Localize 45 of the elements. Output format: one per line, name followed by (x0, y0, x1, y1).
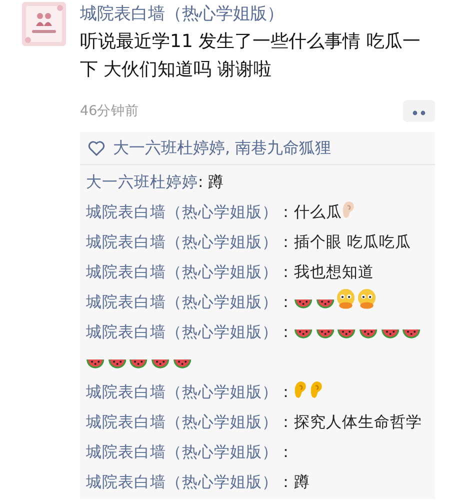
commenter-name[interactable]: 城院表白墙（热心学姐版） (86, 413, 278, 431)
comment-text: ： (278, 323, 294, 341)
face-icon (337, 289, 355, 309)
commenter-name[interactable]: 大一六班杜婷婷 (86, 173, 198, 191)
commenter-name[interactable]: 城院表白墙（热心学姐版） (86, 263, 278, 281)
watermelon-icon (294, 299, 313, 309)
comment-text: ： (278, 443, 294, 461)
comment-text: ：蹲 (278, 473, 310, 491)
comment-text: : 蹲 (198, 173, 224, 191)
comment-text: ：我也想知道 (278, 263, 374, 281)
watermelon-icon (172, 359, 192, 369)
more-button[interactable] (403, 100, 435, 122)
watermelon-icon (151, 359, 170, 369)
comment-text: ： (278, 293, 294, 311)
watermelon-icon (402, 329, 422, 339)
commenter-name[interactable]: 城院表白墙（热心学姐版） (86, 233, 278, 251)
watermelon-icon (380, 329, 400, 339)
commenter-name[interactable]: 城院表白墙（热心学姐版） (86, 383, 278, 401)
ear-icon (342, 201, 356, 219)
more-icon (412, 110, 426, 116)
watermelon-icon (316, 329, 334, 339)
watermelon-icon (359, 329, 378, 339)
watermelon-icon (316, 299, 334, 309)
comment-text: ：探究人体生命哲学 (278, 413, 422, 431)
comment-text: ：什么瓜 (278, 203, 342, 221)
watermelon-icon (129, 359, 148, 369)
post-time: 46分钟前 (80, 102, 140, 121)
watermelon-icon (108, 359, 126, 369)
commenter-name[interactable]: 城院表白墙（热心学姐版） (86, 293, 278, 311)
face-icon (358, 289, 376, 309)
comment-text: ：插个眼 吃瓜吃瓜 (278, 233, 411, 251)
commenter-name[interactable]: 城院表白墙（热心学姐版） (86, 323, 278, 341)
likes-names[interactable]: 大一六班杜婷婷, 南巷九命狐狸 (113, 136, 332, 160)
heart-icon (88, 140, 105, 156)
commenter-name[interactable]: 城院表白墙（热心学姐版） (86, 203, 278, 221)
commenter-name[interactable]: 城院表白墙（热心学姐版） (86, 473, 278, 491)
watermelon-icon (294, 329, 313, 339)
comment-text: ： (278, 383, 294, 401)
watermelon-icon (86, 359, 105, 369)
post-text: 听说最近学11 发生了一些什么事情 吃瓜一下 大伙们知道吗 谢谢啦 (80, 30, 422, 82)
commenter-name[interactable]: 城院表白墙（热心学姐版） (86, 443, 278, 461)
watermelon-icon (337, 329, 356, 339)
author-name[interactable]: 城院表白墙（热心学姐版） (80, 2, 435, 26)
ear-icon (294, 381, 308, 399)
ear-icon (310, 381, 324, 399)
